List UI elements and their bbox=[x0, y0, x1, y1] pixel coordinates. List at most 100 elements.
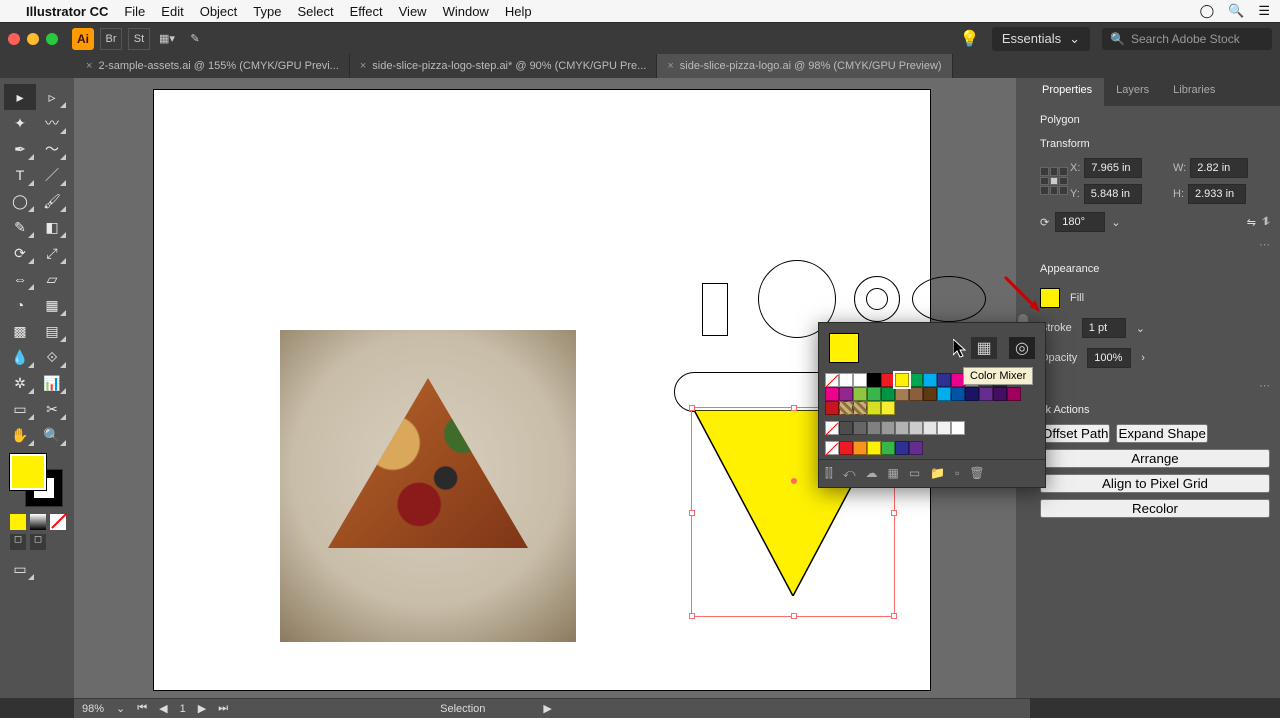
swatch-cell[interactable] bbox=[839, 401, 853, 415]
bridge-icon[interactable]: Br bbox=[100, 28, 122, 50]
transform-x-input[interactable] bbox=[1084, 158, 1142, 178]
placed-image[interactable] bbox=[280, 330, 576, 642]
tab-properties[interactable]: Properties bbox=[1030, 78, 1104, 106]
shape-ellipse[interactable] bbox=[912, 276, 986, 322]
swatch-cell[interactable] bbox=[937, 421, 951, 435]
free-transform-tool[interactable]: ▱ bbox=[36, 266, 68, 292]
artboard-tool[interactable]: ▭ bbox=[4, 396, 36, 422]
offset-path-button[interactable]: Offset Path bbox=[1040, 424, 1110, 443]
swatch-cell[interactable] bbox=[881, 421, 895, 435]
menu-effect[interactable]: Effect bbox=[350, 4, 383, 19]
more-options-icon[interactable]: ⋯ bbox=[1040, 379, 1270, 392]
swatch-cell[interactable] bbox=[839, 373, 853, 387]
swatch-cell[interactable] bbox=[1007, 387, 1021, 401]
graph-tool[interactable]: 📊 bbox=[36, 370, 68, 396]
swatch-cell[interactable] bbox=[923, 373, 937, 387]
tab-libraries[interactable]: Libraries bbox=[1161, 78, 1227, 106]
page-number[interactable]: 1 bbox=[180, 703, 186, 715]
resize-handle[interactable] bbox=[791, 613, 797, 619]
doc-tab[interactable]: ×side-slice-pizza-logo.ai @ 98% (CMYK/GP… bbox=[657, 54, 952, 78]
line-tool[interactable]: ／ bbox=[36, 162, 68, 188]
swatch-cell[interactable] bbox=[867, 387, 881, 401]
swatch-cell[interactable] bbox=[825, 401, 839, 415]
transform-origin-widget[interactable] bbox=[1040, 167, 1068, 195]
stroke-dropdown-icon[interactable]: ⌄ bbox=[1136, 322, 1145, 335]
eraser-tool[interactable]: ◧ bbox=[36, 214, 68, 240]
angle-dropdown-icon[interactable]: ⌄ bbox=[1111, 216, 1120, 229]
delete-swatch-icon[interactable]: 🗑 bbox=[969, 466, 984, 481]
nav-next-icon[interactable]: ▶ bbox=[198, 702, 206, 715]
recolor-button[interactable]: Recolor bbox=[1040, 499, 1270, 518]
arrange-button[interactable]: Arrange bbox=[1040, 449, 1270, 468]
nav-last-icon[interactable]: ⏭ bbox=[218, 702, 228, 715]
width-tool[interactable]: ⇔ bbox=[4, 266, 36, 292]
swatch-cell[interactable] bbox=[825, 387, 839, 401]
flip-v-icon[interactable]: ⥮ bbox=[1262, 216, 1270, 229]
transform-y-input[interactable] bbox=[1084, 184, 1142, 204]
swatch-cell[interactable] bbox=[825, 373, 839, 387]
lasso-tool[interactable]: 〰 bbox=[36, 110, 68, 136]
swatch-cell[interactable] bbox=[937, 387, 951, 401]
stock-icon[interactable]: St bbox=[128, 28, 150, 50]
draw-normal-icon[interactable]: ◻ bbox=[10, 534, 26, 550]
close-window-button[interactable] bbox=[8, 33, 20, 45]
fill-stroke-swatch[interactable] bbox=[10, 454, 62, 506]
swatch-cell[interactable] bbox=[909, 387, 923, 401]
swatch-cell[interactable] bbox=[909, 441, 923, 455]
swatch-link-icon[interactable]: ☁ bbox=[866, 466, 878, 481]
swatch-options-icon[interactable]: ▦ bbox=[888, 466, 899, 481]
close-tab-icon[interactable]: × bbox=[360, 60, 366, 72]
swatch-cell[interactable] bbox=[965, 387, 979, 401]
shape-builder-tool[interactable]: ◔ bbox=[4, 292, 36, 318]
status-expand-icon[interactable]: ▶ bbox=[543, 702, 551, 715]
swatch-cell[interactable] bbox=[839, 421, 853, 435]
magic-wand-tool[interactable]: ✦ bbox=[4, 110, 36, 136]
fill-color-swatch[interactable] bbox=[1040, 288, 1060, 308]
swatch-cell[interactable] bbox=[825, 441, 839, 455]
zoom-window-button[interactable] bbox=[46, 33, 58, 45]
swatch-cell[interactable] bbox=[867, 441, 881, 455]
draw-behind-icon[interactable]: ◻ bbox=[30, 534, 46, 550]
menu-edit[interactable]: Edit bbox=[161, 4, 183, 19]
type-tool[interactable]: T bbox=[4, 162, 36, 188]
paintbrush-tool[interactable]: 🖌 bbox=[36, 188, 68, 214]
swatch-cell[interactable] bbox=[853, 373, 867, 387]
rotate-input[interactable] bbox=[1055, 212, 1105, 232]
swatch-cell[interactable] bbox=[923, 421, 937, 435]
mesh-tool[interactable]: ▩ bbox=[4, 318, 36, 344]
swatch-cell[interactable] bbox=[853, 401, 867, 415]
menu-window[interactable]: Window bbox=[443, 4, 489, 19]
resize-handle[interactable] bbox=[891, 613, 897, 619]
solid-color-icon[interactable] bbox=[10, 514, 26, 530]
cc-icon[interactable]: ◯ bbox=[1200, 3, 1215, 19]
resize-handle[interactable] bbox=[791, 405, 797, 411]
swatch-cell[interactable] bbox=[895, 373, 909, 387]
swatch-cell[interactable] bbox=[853, 387, 867, 401]
gradient-tool[interactable]: ▤ bbox=[36, 318, 68, 344]
color-mixer-icon[interactable]: ◎ bbox=[1009, 337, 1035, 359]
swatch-cell[interactable] bbox=[867, 373, 881, 387]
flip-h-icon[interactable]: ⇋ bbox=[1247, 216, 1256, 229]
transform-w-input[interactable] bbox=[1190, 158, 1248, 178]
swatch-cell[interactable] bbox=[839, 387, 853, 401]
menu-view[interactable]: View bbox=[399, 4, 427, 19]
swatch-cell[interactable] bbox=[853, 421, 867, 435]
app-name[interactable]: Illustrator CC bbox=[26, 4, 108, 19]
menu-help[interactable]: Help bbox=[505, 4, 532, 19]
nav-prev-icon[interactable]: ◀ bbox=[159, 702, 167, 715]
swatch-cell[interactable] bbox=[993, 387, 1007, 401]
curvature-tool[interactable]: 〜 bbox=[36, 136, 68, 162]
stock-search-input[interactable]: 🔍 Search Adobe Stock bbox=[1102, 28, 1272, 50]
swatch-cell[interactable] bbox=[951, 421, 965, 435]
swatch-menu-icon[interactable]: ⤺ bbox=[843, 466, 856, 481]
swatch-cell[interactable] bbox=[895, 387, 909, 401]
rotate-tool[interactable]: ⟳ bbox=[4, 240, 36, 266]
recent-icon[interactable]: ✎ bbox=[184, 28, 206, 50]
gradient-icon[interactable] bbox=[30, 514, 46, 530]
resize-handle[interactable] bbox=[891, 510, 897, 516]
minimize-window-button[interactable] bbox=[27, 33, 39, 45]
direct-selection-tool[interactable]: ▹ bbox=[36, 84, 68, 110]
close-tab-icon[interactable]: × bbox=[86, 60, 92, 72]
swatch-cell[interactable] bbox=[895, 441, 909, 455]
swatch-library-icon[interactable]: ⫿⫿ bbox=[825, 466, 833, 481]
